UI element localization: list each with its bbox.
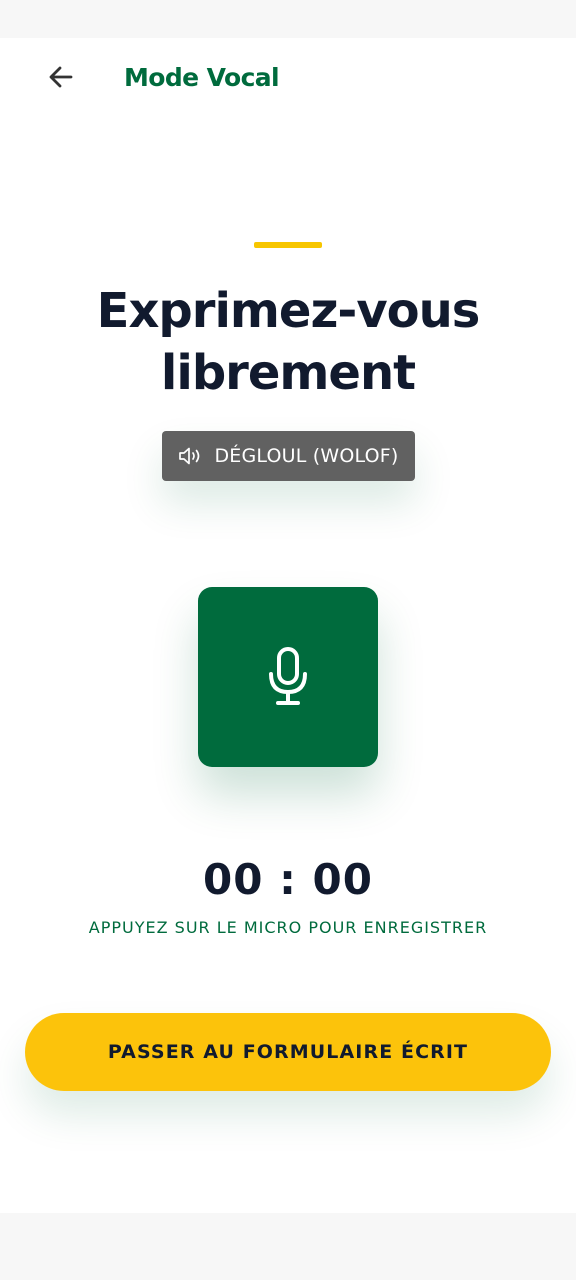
microphone-icon [269, 647, 307, 705]
switch-to-written-form-label: PASSER AU FORMULAIRE ÉCRIT [107, 1041, 469, 1063]
recording-timer: 00 : 00 [203, 855, 373, 904]
speaker-icon [179, 447, 200, 465]
status-bar [0, 0, 576, 38]
headline-line-1: Exprimez-vous [96, 283, 481, 339]
page-title: Mode Vocal [124, 62, 280, 92]
record-mic-button[interactable] [198, 587, 378, 767]
record-hint: APPUYEZ SUR LE MICRO POUR ENREGISTRER [88, 918, 488, 937]
back-button[interactable] [38, 58, 84, 96]
accent-divider [254, 242, 322, 248]
switch-to-written-form-button[interactable]: PASSER AU FORMULAIRE ÉCRIT [25, 1013, 551, 1091]
language-chip[interactable]: DÉGLOUL (WOLOF) [162, 431, 415, 481]
headline: Exprimez-vous librement [0, 280, 576, 404]
system-nav-bar [0, 1213, 576, 1280]
language-chip-label: DÉGLOUL (WOLOF) [214, 445, 399, 467]
headline-line-2: librement [160, 345, 416, 401]
arrow-left-icon [49, 66, 73, 88]
